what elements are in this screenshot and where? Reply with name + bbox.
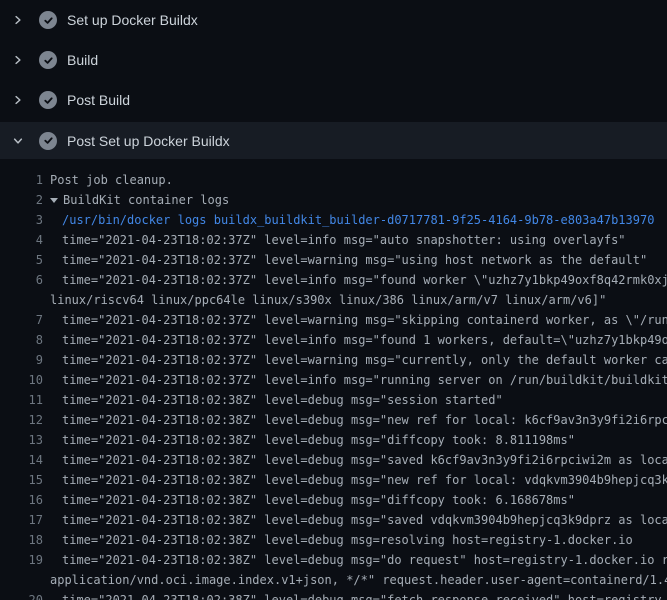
step-label: Post Build	[67, 92, 130, 108]
chevron-down-icon[interactable]	[12, 135, 24, 147]
log-line-number[interactable]: 2	[0, 193, 43, 207]
chevron-right-icon[interactable]	[12, 14, 24, 26]
log-command-text: /usr/bin/docker logs buildx_buildkit_bui…	[43, 213, 654, 227]
log-line-number[interactable]: 20	[0, 593, 43, 600]
log-line-number[interactable]: 10	[0, 373, 43, 387]
log-line-number[interactable]: 9	[0, 353, 43, 367]
step-row-build[interactable]: Build	[0, 40, 667, 80]
log-line-number[interactable]: 14	[0, 453, 43, 467]
log-row: 18time="2021-04-23T18:02:38Z" level=debu…	[0, 530, 667, 550]
log-line-text: application/vnd.oci.image.index.v1+json,…	[43, 573, 667, 587]
log-row: linux/riscv64 linux/ppc64le linux/s390x …	[0, 290, 667, 310]
log-row: 17time="2021-04-23T18:02:38Z" level=debu…	[0, 510, 667, 530]
log-row: 9time="2021-04-23T18:02:37Z" level=warni…	[0, 350, 667, 370]
log-line-text: time="2021-04-23T18:02:38Z" level=debug …	[43, 593, 667, 600]
log-line-text: time="2021-04-23T18:02:38Z" level=debug …	[43, 513, 667, 527]
log-line-number[interactable]: 19	[0, 553, 43, 567]
step-row-set-up-docker-buildx[interactable]: Set up Docker Buildx	[0, 0, 667, 40]
log-line-number[interactable]: 13	[0, 433, 43, 447]
step-label: Build	[67, 52, 98, 68]
steps-list: Set up Docker Buildx Build Post Build Post …	[0, 0, 667, 159]
log-row: 5time="2021-04-23T18:02:37Z" level=warni…	[0, 250, 667, 270]
check-circle-icon	[39, 132, 57, 150]
log-line-text: time="2021-04-23T18:02:38Z" level=debug …	[43, 453, 667, 467]
log-line-text: time="2021-04-23T18:02:37Z" level=info m…	[43, 233, 626, 247]
step-row-post-build[interactable]: Post Build	[0, 80, 667, 120]
group-collapse-icon[interactable]	[50, 198, 58, 203]
log-row: 19time="2021-04-23T18:02:38Z" level=debu…	[0, 550, 667, 570]
log-line-number[interactable]: 3	[0, 213, 43, 227]
log-line-number[interactable]: 1	[0, 173, 43, 187]
log-row: 2 BuildKit container logs	[0, 190, 667, 210]
group-label[interactable]: BuildKit container logs	[63, 193, 229, 207]
step-row-post-set-up-docker-buildx[interactable]: Post Set up Docker Buildx	[0, 122, 667, 159]
log-row: 15time="2021-04-23T18:02:38Z" level=debu…	[0, 470, 667, 490]
log-viewer: 1Post job cleanup.2BuildKit container lo…	[0, 160, 667, 600]
log-line-text: time="2021-04-23T18:02:37Z" level=info m…	[43, 333, 667, 347]
check-circle-icon	[39, 11, 57, 29]
log-line-text: time="2021-04-23T18:02:38Z" level=debug …	[43, 473, 667, 487]
log-row: 8time="2021-04-23T18:02:37Z" level=info …	[0, 330, 667, 350]
log-line-number[interactable]: 11	[0, 393, 43, 407]
check-circle-icon	[39, 91, 57, 109]
log-row: 12time="2021-04-23T18:02:38Z" level=debu…	[0, 410, 667, 430]
log-line-text: linux/riscv64 linux/ppc64le linux/s390x …	[43, 293, 606, 307]
chevron-right-icon[interactable]	[12, 94, 24, 106]
check-circle-icon	[39, 51, 57, 69]
log-row: 6time="2021-04-23T18:02:37Z" level=info …	[0, 270, 667, 290]
log-line-number[interactable]: 7	[0, 313, 43, 327]
step-label: Post Set up Docker Buildx	[67, 133, 230, 149]
log-row: 13time="2021-04-23T18:02:38Z" level=debu…	[0, 430, 667, 450]
log-line-text: time="2021-04-23T18:02:38Z" level=debug …	[43, 533, 633, 547]
log-line-number[interactable]: 15	[0, 473, 43, 487]
log-line-text: time="2021-04-23T18:02:38Z" level=debug …	[43, 493, 575, 507]
log-row: 16time="2021-04-23T18:02:38Z" level=debu…	[0, 490, 667, 510]
log-line-number[interactable]: 6	[0, 273, 43, 287]
log-line-number[interactable]: 4	[0, 233, 43, 247]
log-line-text: time="2021-04-23T18:02:37Z" level=info m…	[43, 373, 667, 387]
log-line-number[interactable]: 12	[0, 413, 43, 427]
log-line-text: Post job cleanup.	[43, 173, 173, 187]
log-row: 10time="2021-04-23T18:02:37Z" level=info…	[0, 370, 667, 390]
log-line-number[interactable]: 8	[0, 333, 43, 347]
log-line-text: time="2021-04-23T18:02:38Z" level=debug …	[43, 413, 667, 427]
log-line-number[interactable]: 5	[0, 253, 43, 267]
log-line-number[interactable]: 16	[0, 493, 43, 507]
log-line-text: BuildKit container logs	[43, 193, 229, 207]
log-line-number[interactable]: 18	[0, 533, 43, 547]
log-line-text: time="2021-04-23T18:02:37Z" level=warnin…	[43, 253, 647, 267]
chevron-right-icon[interactable]	[12, 54, 24, 66]
log-line-text: time="2021-04-23T18:02:37Z" level=warnin…	[43, 313, 667, 327]
log-line-text: time="2021-04-23T18:02:38Z" level=debug …	[43, 553, 667, 567]
log-line-text: time="2021-04-23T18:02:38Z" level=debug …	[43, 393, 503, 407]
log-line-number[interactable]: 17	[0, 513, 43, 527]
log-line-text: time="2021-04-23T18:02:38Z" level=debug …	[43, 433, 575, 447]
log-row: 7time="2021-04-23T18:02:37Z" level=warni…	[0, 310, 667, 330]
log-row: 14time="2021-04-23T18:02:38Z" level=debu…	[0, 450, 667, 470]
log-line-text: time="2021-04-23T18:02:37Z" level=warnin…	[43, 353, 667, 367]
log-row: 1Post job cleanup.	[0, 170, 667, 190]
log-line-text: time="2021-04-23T18:02:37Z" level=info m…	[43, 273, 667, 287]
step-label: Set up Docker Buildx	[67, 12, 198, 28]
log-row: 20time="2021-04-23T18:02:38Z" level=debu…	[0, 590, 667, 600]
log-row: 4time="2021-04-23T18:02:37Z" level=info …	[0, 230, 667, 250]
actions-log-panel: Set up Docker Buildx Build Post Build Post …	[0, 0, 667, 600]
log-row: 3/usr/bin/docker logs buildx_buildkit_bu…	[0, 210, 667, 230]
log-row: application/vnd.oci.image.index.v1+json,…	[0, 570, 667, 590]
log-row: 11time="2021-04-23T18:02:38Z" level=debu…	[0, 390, 667, 410]
